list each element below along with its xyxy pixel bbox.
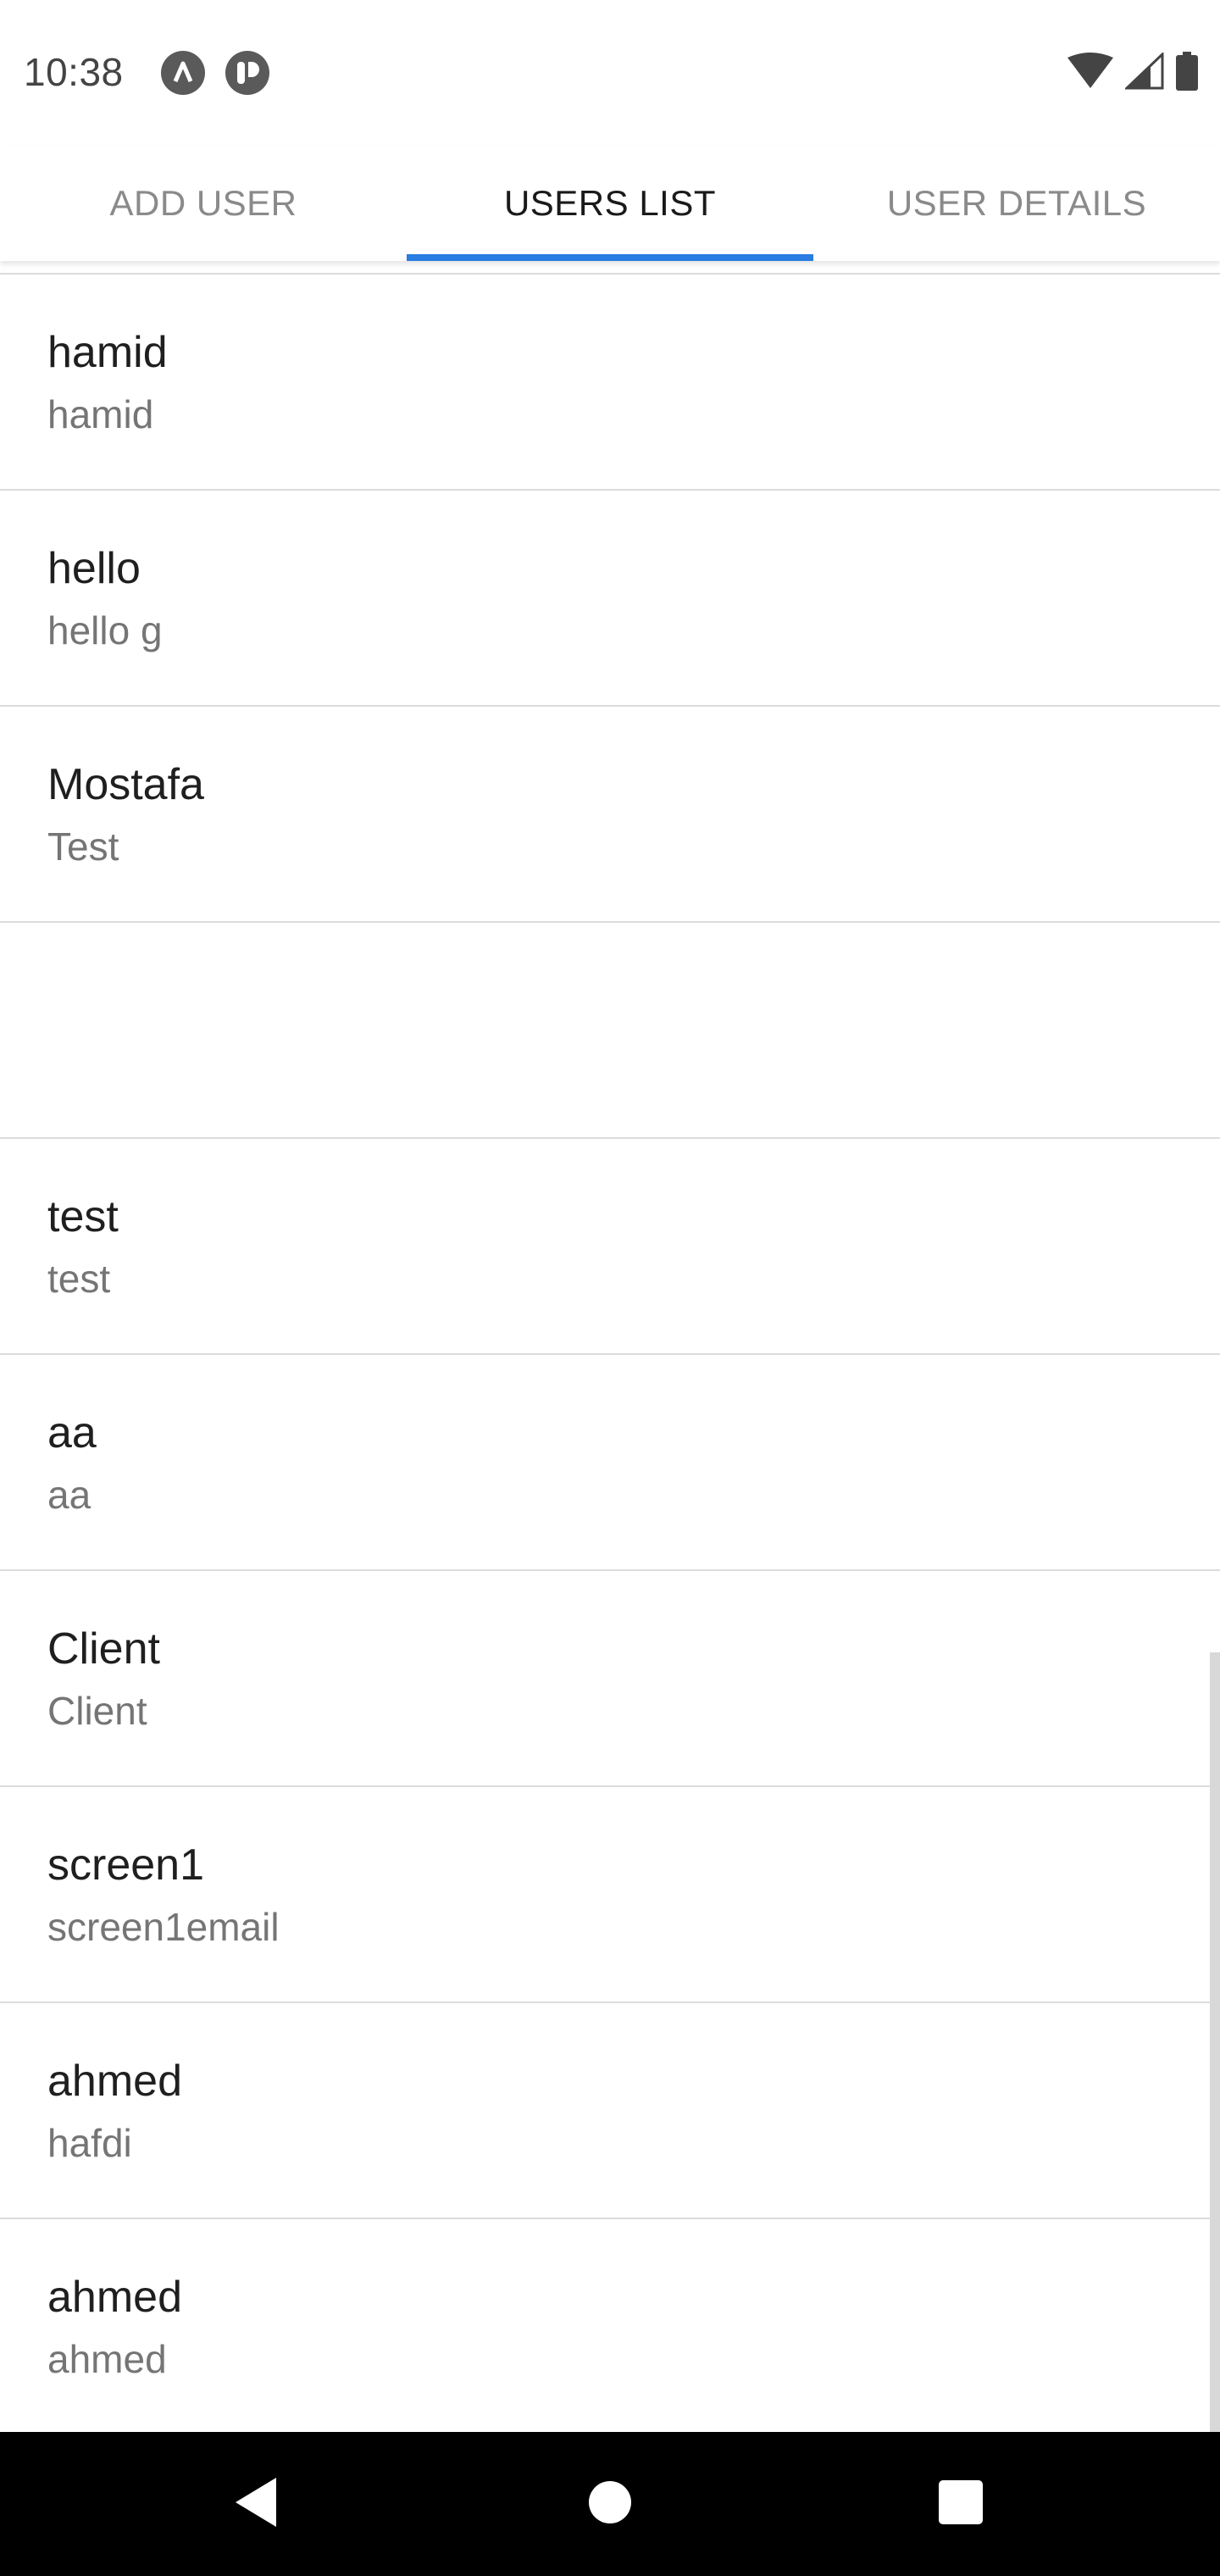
active-tab-indicator [407, 254, 813, 261]
list-item[interactable]: aa aa [0, 1355, 1220, 1571]
notification-a-icon [161, 51, 205, 95]
navigation-bar [0, 2432, 1220, 2576]
list-item[interactable]: hello hello g [0, 491, 1220, 707]
list-item[interactable] [0, 923, 1220, 1139]
user-email: Test [47, 824, 119, 869]
list-item[interactable]: hamid hamid [0, 275, 1220, 491]
list-item[interactable]: ahmed hafdi [0, 2003, 1220, 2219]
user-name: hamid [47, 328, 168, 377]
back-button[interactable] [188, 2432, 324, 2576]
notification-b-icon [225, 51, 269, 95]
status-bar: 10:38 [0, 0, 1220, 146]
signal-icon [1123, 51, 1164, 94]
user-name: ahmed [47, 2057, 182, 2106]
user-name: test [47, 1192, 119, 1241]
user-email: hamid [47, 392, 154, 436]
user-email: ahmed [47, 2337, 167, 2381]
tab-add-user[interactable]: ADD USER [0, 146, 407, 261]
status-time: 10:38 [24, 50, 124, 94]
users-list[interactable]: hamid hamid hello hello g Mostafa Test t… [0, 273, 1220, 2435]
tab-users-list[interactable]: USERS LIST [407, 146, 813, 261]
recents-square-icon [938, 2479, 984, 2529]
user-email: hello g [47, 608, 163, 652]
user-name: screen1 [47, 1840, 204, 1890]
status-icons [1068, 51, 1198, 95]
list-scrollbar[interactable] [1210, 1652, 1220, 2432]
home-circle-icon [587, 2479, 633, 2529]
user-name: Mostafa [47, 760, 204, 809]
list-item[interactable]: test test [0, 1139, 1220, 1355]
home-button[interactable] [542, 2432, 678, 2576]
list-item[interactable]: screen1 screen1email [0, 1787, 1220, 2003]
user-email: test [47, 1257, 111, 1301]
battery-icon [1176, 51, 1198, 95]
recents-button[interactable] [893, 2432, 1029, 2576]
user-name: ahmed [47, 2273, 182, 2322]
tab-bar: ADD USER USERS LIST USER DETAILS [0, 146, 1220, 261]
user-email: screen1email [47, 1905, 280, 1949]
app-screen: 10:38 ADD USER USERS LIST USER DETAILS h… [0, 0, 1220, 2576]
tab-user-details[interactable]: USER DETAILS [813, 146, 1220, 261]
wifi-icon [1068, 52, 1113, 94]
user-email: aa [47, 1473, 92, 1517]
list-item[interactable]: ahmed ahmed [0, 2219, 1220, 2435]
list-item[interactable]: Mostafa Test [0, 707, 1220, 923]
back-triangle-icon [232, 2476, 280, 2533]
user-name: hello [47, 544, 141, 593]
user-email: hafdi [47, 2121, 132, 2165]
user-name: aa [47, 1408, 97, 1457]
user-email: Client [47, 1689, 147, 1733]
list-item[interactable]: Client Client [0, 1571, 1220, 1787]
user-name: Client [47, 1624, 160, 1674]
